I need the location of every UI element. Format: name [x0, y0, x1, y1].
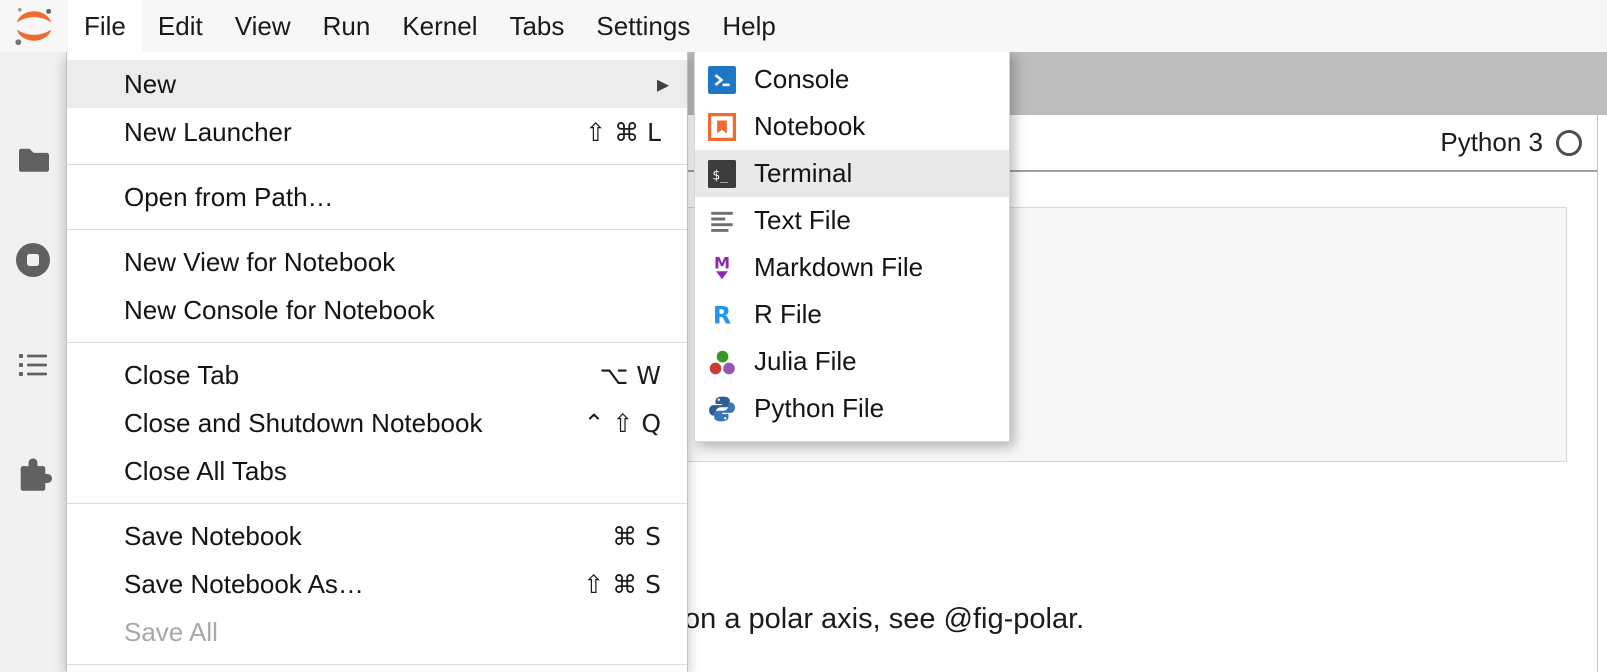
- markdown-text: on a polar axis, see @fig-polar.: [684, 603, 1084, 636]
- markdown-file-icon: M: [708, 254, 736, 282]
- menubar-item-file[interactable]: File: [68, 0, 142, 52]
- menu-item-new-view-for-notebook[interactable]: New View for Notebook: [67, 238, 687, 286]
- menu-separator: [67, 503, 687, 504]
- menu-item-label: New Launcher: [124, 117, 292, 148]
- menu-item-label: New: [124, 69, 176, 100]
- r-file-icon: R: [708, 301, 736, 329]
- file-browser-icon[interactable]: [13, 140, 53, 180]
- menu-bar: File Edit View Run Kernel Tabs Settings …: [0, 0, 1607, 52]
- menubar-label: Run: [323, 11, 371, 41]
- extensions-icon[interactable]: [13, 454, 53, 494]
- menubar-label: File: [84, 11, 126, 41]
- submenu-item-text-file[interactable]: Text File: [695, 197, 1009, 244]
- submenu-item-console[interactable]: Console: [695, 56, 1009, 103]
- table-of-contents-icon[interactable]: [13, 345, 53, 385]
- menu-separator: [67, 664, 687, 665]
- menu-item-label: Save All: [124, 617, 218, 648]
- text-file-icon: [708, 207, 736, 235]
- submenu-item-julia-file[interactable]: Julia File: [695, 338, 1009, 385]
- menubar-item-edit[interactable]: Edit: [142, 0, 219, 52]
- menubar-label: Tabs: [509, 11, 564, 41]
- submenu-item-label: Text File: [754, 205, 851, 236]
- svg-text:M: M: [714, 254, 730, 273]
- menubar-item-run[interactable]: Run: [307, 0, 387, 52]
- menu-item-shortcut: ⇧ ⌘ L: [585, 118, 661, 147]
- julia-file-icon: [708, 348, 736, 376]
- submenu-item-terminal[interactable]: $_ Terminal: [695, 150, 1009, 197]
- menu-separator: [67, 229, 687, 230]
- new-submenu: Console Notebook $_ Terminal Text File M…: [694, 50, 1010, 442]
- menu-item-label: Open from Path…: [124, 182, 334, 213]
- svg-text:$_: $_: [712, 168, 728, 183]
- menu-item-new-launcher[interactable]: New Launcher ⇧ ⌘ L: [67, 108, 687, 156]
- menu-item-save-notebook[interactable]: Save Notebook ⌘ S: [67, 512, 687, 560]
- menu-item-shortcut: ⇧ ⌘ S: [583, 570, 661, 599]
- submenu-item-label: Python File: [754, 393, 884, 424]
- menu-item-label: New View for Notebook: [124, 247, 395, 278]
- kernel-status-icon[interactable]: [1556, 130, 1582, 156]
- menu-item-close-tab[interactable]: Close Tab ⌥ W: [67, 351, 687, 399]
- menubar-label: Kernel: [402, 11, 477, 41]
- terminal-icon: $_: [708, 160, 736, 188]
- menubar-item-help[interactable]: Help: [706, 0, 791, 52]
- console-icon: [708, 66, 736, 94]
- menubar-item-kernel[interactable]: Kernel: [386, 0, 493, 52]
- submenu-item-label: R File: [754, 299, 822, 330]
- menu-item-close-and-shutdown-notebook[interactable]: Close and Shutdown Notebook ⌃ ⇧ Q: [67, 399, 687, 447]
- jupyter-logo-icon: [0, 0, 68, 52]
- menubar-label: View: [235, 11, 291, 41]
- menu-item-shortcut: ⌃ ⇧ Q: [584, 409, 661, 438]
- submenu-item-label: Markdown File: [754, 252, 923, 283]
- menu-item-save-notebook-as[interactable]: Save Notebook As… ⇧ ⌘ S: [67, 560, 687, 608]
- menu-separator: [67, 342, 687, 343]
- menu-item-label: Close Tab: [124, 360, 239, 391]
- submenu-item-r-file[interactable]: R R File: [695, 291, 1009, 338]
- menubar-item-settings[interactable]: Settings: [580, 0, 706, 52]
- menu-item-label: New Console for Notebook: [124, 295, 435, 326]
- menu-separator: [67, 164, 687, 165]
- menu-item-new[interactable]: New ▸: [67, 60, 687, 108]
- menu-item-label: Save Notebook: [124, 521, 302, 552]
- menubar-item-tabs[interactable]: Tabs: [493, 0, 580, 52]
- window-right-border: [1597, 115, 1598, 672]
- menubar-item-view[interactable]: View: [219, 0, 307, 52]
- kernel-name[interactable]: Python 3: [1440, 127, 1543, 158]
- notebook-icon: [708, 113, 736, 141]
- menubar-label: Help: [722, 11, 775, 41]
- left-sidebar: [0, 52, 66, 672]
- menu-item-close-all-tabs[interactable]: Close All Tabs: [67, 447, 687, 495]
- python-file-icon: [708, 395, 736, 423]
- running-kernels-icon[interactable]: [13, 240, 53, 280]
- submenu-item-label: Terminal: [754, 158, 852, 189]
- menu-item-save-all[interactable]: Save All: [67, 608, 687, 656]
- submenu-item-label: Notebook: [754, 111, 865, 142]
- menu-item-open-from-path[interactable]: Open from Path…: [67, 173, 687, 221]
- file-menu-dropdown: New ▸ New Launcher ⇧ ⌘ L Open from Path……: [66, 52, 688, 672]
- menubar-label: Settings: [596, 11, 690, 41]
- menu-item-shortcut: ⌘ S: [612, 522, 661, 551]
- submenu-item-python-file[interactable]: Python File: [695, 385, 1009, 432]
- submenu-item-label: Console: [754, 64, 849, 95]
- svg-text:R: R: [713, 301, 731, 328]
- menu-item-label: Save Notebook As…: [124, 569, 364, 600]
- submenu-item-label: Julia File: [754, 346, 857, 377]
- submenu-item-markdown-file[interactable]: M Markdown File: [695, 244, 1009, 291]
- menu-item-label: Close and Shutdown Notebook: [124, 408, 482, 439]
- jupyterlab-screen: Python 3 on a polar axis, see @fig-polar…: [0, 0, 1607, 672]
- menu-item-shortcut: ⌥ W: [600, 361, 661, 390]
- submenu-item-notebook[interactable]: Notebook: [695, 103, 1009, 150]
- menu-item-new-console-for-notebook[interactable]: New Console for Notebook: [67, 286, 687, 334]
- menu-item-label: Close All Tabs: [124, 456, 287, 487]
- submenu-arrow-icon: ▸: [657, 70, 669, 98]
- menubar-label: Edit: [158, 11, 203, 41]
